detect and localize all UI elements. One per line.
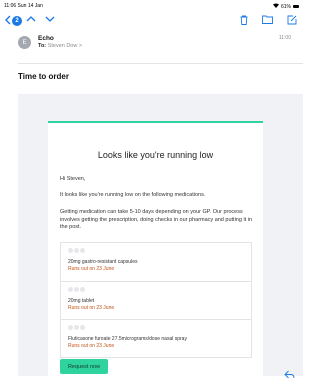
- avatar: E: [18, 36, 31, 49]
- message-header: E Echo To: Steven Dow > 11:00: [18, 33, 303, 61]
- down-chevron-icon[interactable]: [45, 14, 55, 24]
- header-divider: [18, 63, 303, 64]
- list-item: Fluticasone furoate 27.5micrograms/dose …: [61, 319, 251, 357]
- reply-icon[interactable]: [284, 366, 295, 384]
- pill-icon: [68, 287, 90, 292]
- recipient-line[interactable]: To: Steven Dow >: [38, 43, 82, 49]
- request-now-button[interactable]: Request now: [60, 359, 108, 374]
- unread-count-badge: 2: [12, 16, 22, 26]
- message-time: 11:00: [278, 35, 291, 41]
- status-bar: 11:06 Sun 14 Jan 61%: [0, 0, 303, 11]
- status-right: 61%: [272, 3, 299, 10]
- greeting-text: Hi Steven,: [60, 176, 86, 182]
- pill-icon: [68, 248, 90, 253]
- medication-list: 20mg gastro-resistant capsules Runs out …: [60, 242, 252, 358]
- spray-icon: [68, 325, 90, 330]
- back-chevron-icon: [5, 15, 11, 27]
- status-time: 11:06 Sun 14 Jan: [4, 3, 43, 9]
- list-item: 20mg gastro-resistant capsules Runs out …: [61, 243, 251, 281]
- body-text: Getting medication can take 5-10 days de…: [60, 209, 252, 231]
- mail-toolbar: 2: [0, 11, 303, 31]
- intro-text: It looks like you're running low on the …: [60, 192, 206, 198]
- email-headline: Looks like you're running low: [97, 150, 214, 160]
- medication-name: 20mg gastro-resistant capsules: [68, 259, 138, 265]
- battery-percent: 61%: [280, 3, 291, 10]
- runs-out-text: Runs out on 23 June: [68, 343, 115, 349]
- folder-icon[interactable]: [262, 15, 273, 25]
- recipient-name[interactable]: Steven Dow >: [48, 43, 82, 49]
- message-subject: Time to order: [18, 72, 69, 81]
- battery-icon: [293, 5, 299, 8]
- runs-out-text: Runs out on 23 June: [68, 305, 115, 311]
- trash-icon[interactable]: [240, 15, 248, 25]
- back-button[interactable]: 2: [5, 15, 22, 27]
- list-item: 20mg tablet Runs out on 23 June: [61, 281, 251, 319]
- wifi-icon: [272, 3, 279, 10]
- medication-name: 20mg tablet: [68, 298, 95, 304]
- email-card: Looks like you're running low Hi Steven,…: [48, 121, 263, 391]
- sender-name[interactable]: Echo: [38, 35, 54, 42]
- runs-out-text: Runs out on 23 June: [68, 266, 115, 272]
- compose-icon[interactable]: [287, 15, 297, 25]
- up-chevron-icon[interactable]: [26, 14, 36, 24]
- medication-name: Fluticasone furoate 27.5micrograms/dose …: [68, 336, 187, 342]
